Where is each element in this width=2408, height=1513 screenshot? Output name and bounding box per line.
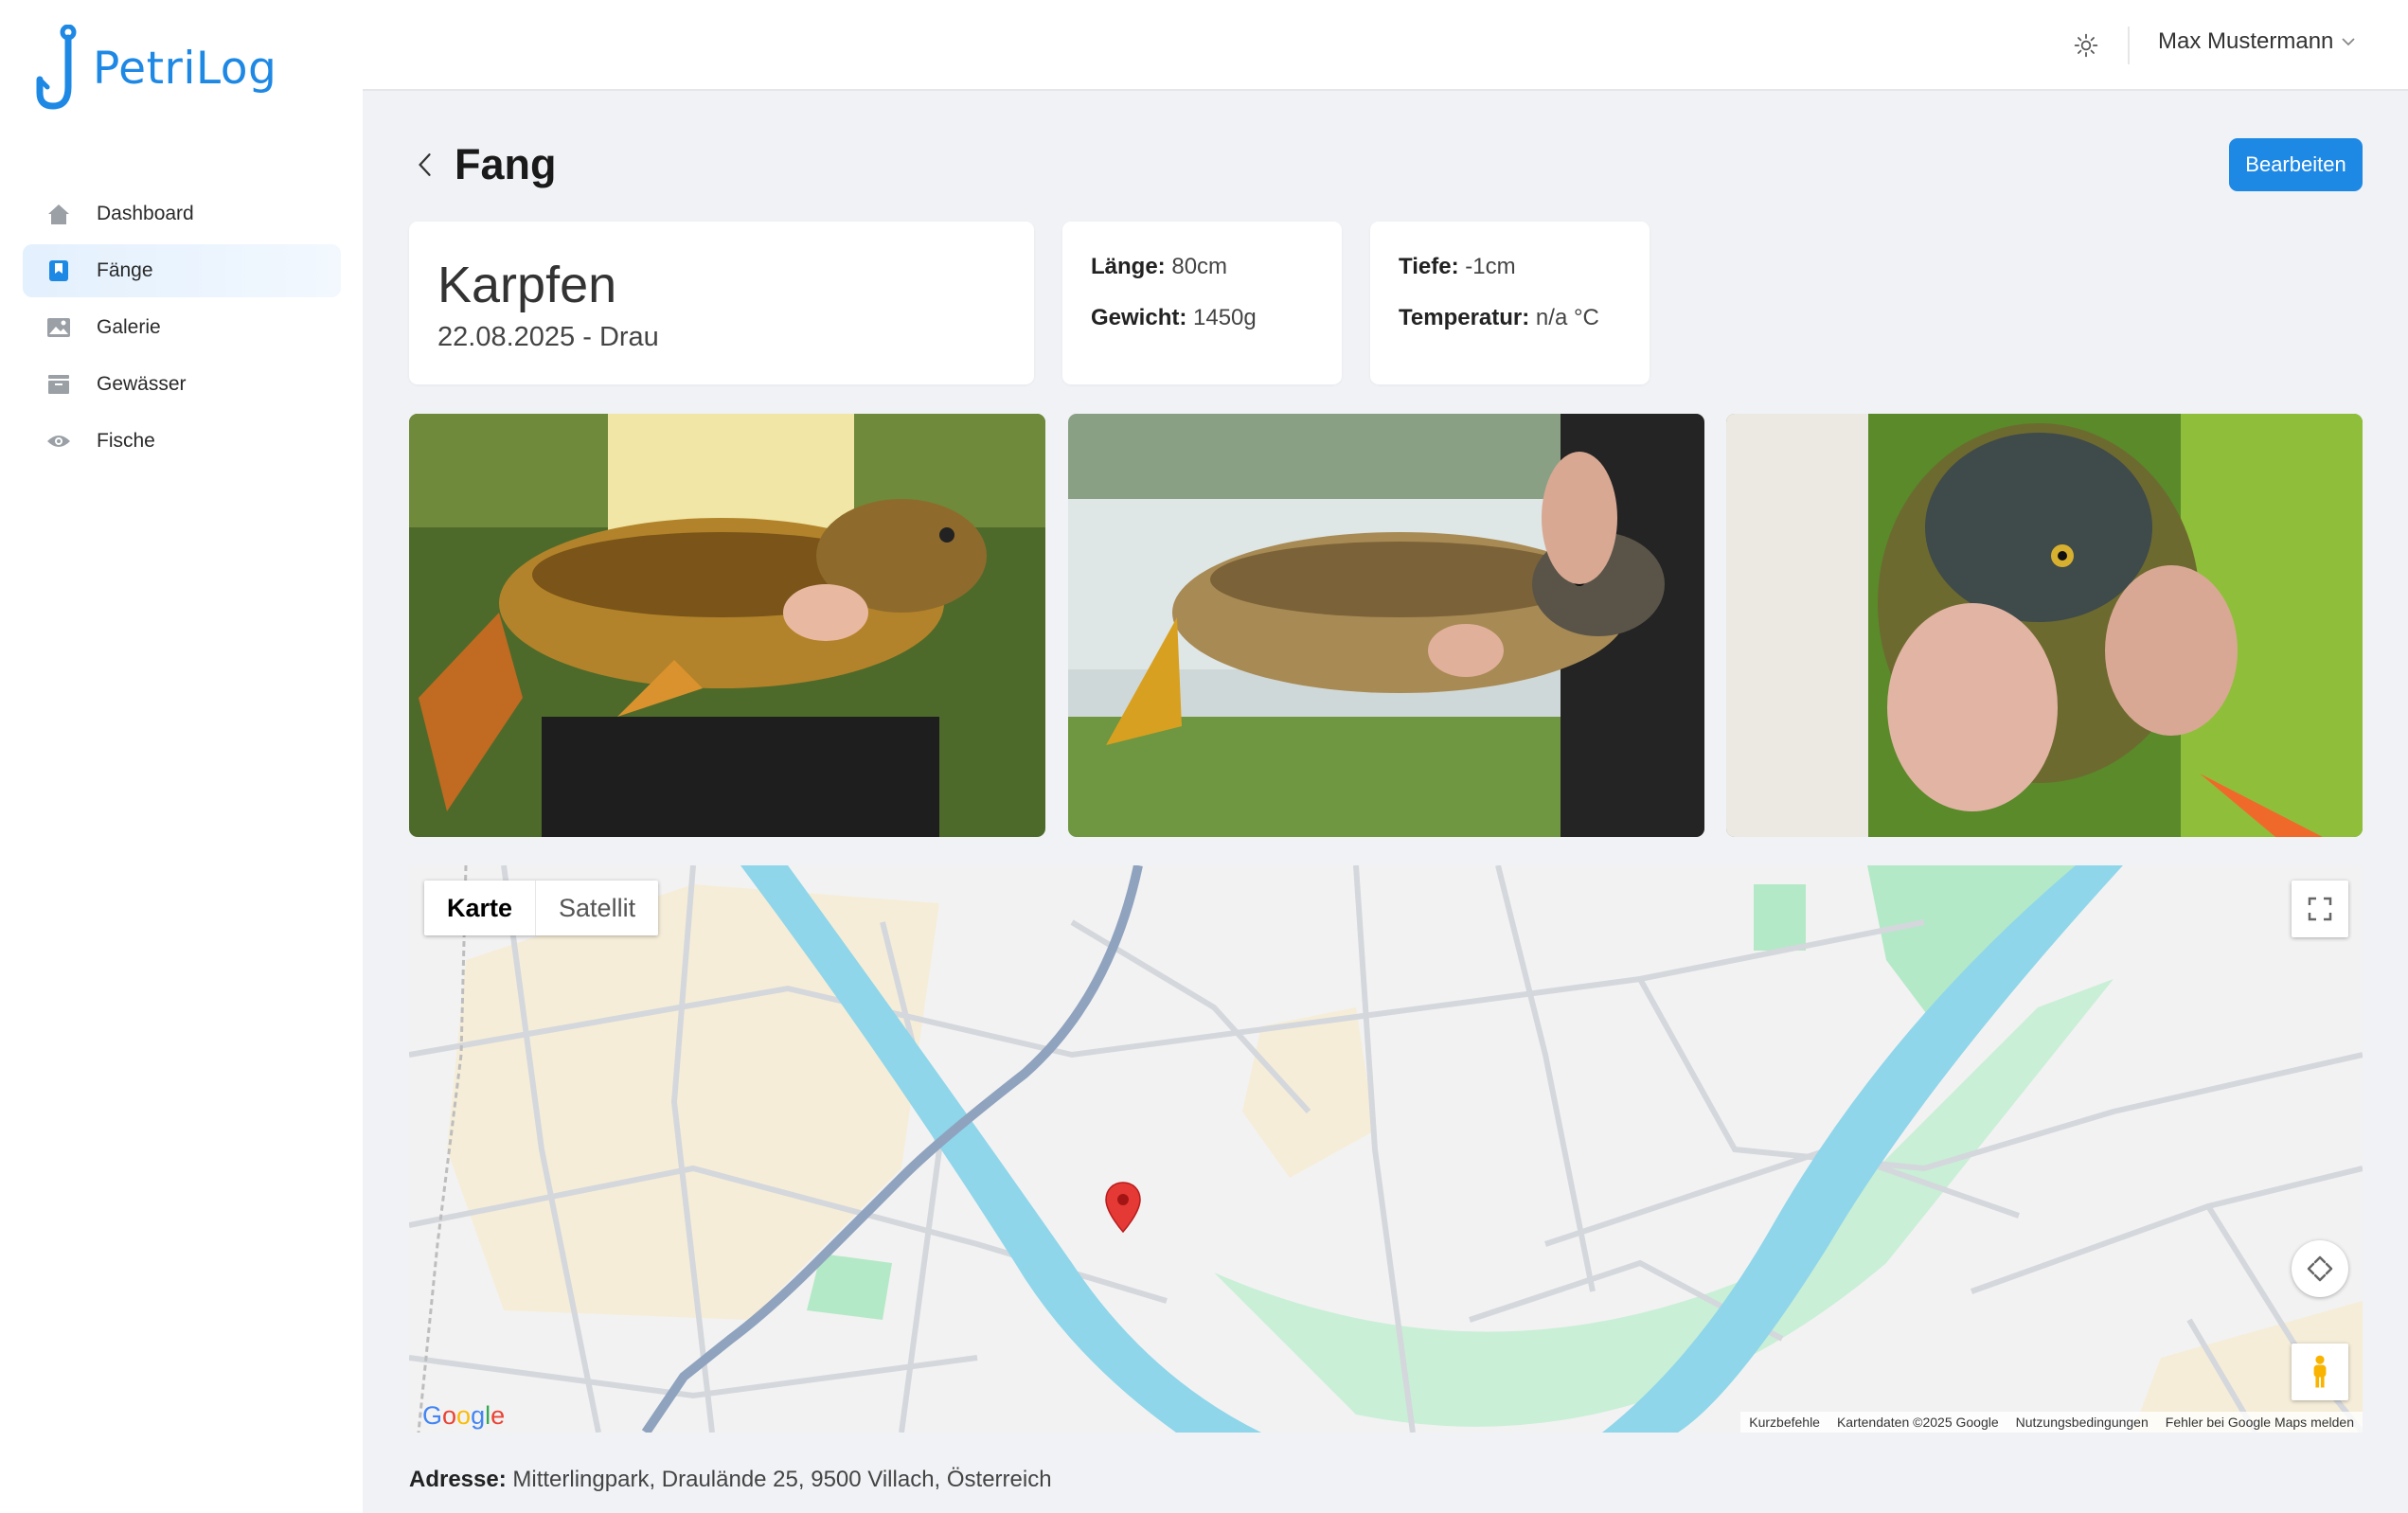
camera-control-button[interactable] bbox=[2292, 1240, 2348, 1297]
archive-icon bbox=[45, 371, 72, 398]
map-type-map-button[interactable]: Karte bbox=[424, 881, 535, 935]
move-arrows-icon bbox=[2307, 1255, 2333, 1282]
catch-water: Drau bbox=[598, 322, 659, 352]
fishhook-logo-icon bbox=[36, 25, 77, 110]
sidebar-item-dashboard[interactable]: Dashboard bbox=[23, 187, 341, 240]
sidebar-item-galerie[interactable]: Galerie bbox=[23, 301, 341, 354]
home-icon bbox=[45, 201, 72, 227]
conditions-stats-card: Tiefe: -1cm Temperatur: n/a °C bbox=[1370, 222, 1650, 384]
sidebar-item-label: Fische bbox=[97, 430, 155, 452]
bookmark-icon bbox=[45, 258, 72, 284]
app-logo[interactable]: PetriLog bbox=[34, 25, 276, 112]
length-stat: Länge: 80cm bbox=[1091, 254, 1227, 280]
topbar-divider bbox=[2128, 27, 2130, 64]
sidebar-item-label: Galerie bbox=[97, 316, 161, 338]
sidebar-item-label: Fänge bbox=[97, 259, 153, 281]
sidebar-item-fische[interactable]: Fische bbox=[23, 415, 341, 468]
sidebar-item-gewaesser[interactable]: Gewässer bbox=[23, 358, 341, 411]
depth-value: -1cm bbox=[1465, 254, 1516, 279]
length-value: 80cm bbox=[1171, 254, 1228, 279]
eye-icon bbox=[45, 428, 72, 454]
user-name: Max Mustermann bbox=[2158, 28, 2334, 54]
google-logo[interactable]: Google bbox=[422, 1401, 505, 1431]
catch-summary-card: Karpfen 22.08.2025 - Drau bbox=[409, 222, 1034, 384]
app-name: PetriLog bbox=[93, 42, 277, 95]
map-data-credit: Kartendaten ©2025 Google bbox=[1836, 1415, 1999, 1430]
terms-link[interactable]: Nutzungsbedingungen bbox=[2007, 1415, 2157, 1430]
user-menu[interactable]: Max Mustermann bbox=[2158, 28, 2356, 55]
map-tiles[interactable] bbox=[409, 865, 2363, 1433]
fullscreen-icon bbox=[2308, 897, 2332, 921]
catch-address: Adresse: Mitterlingpark, Draulände 25, 9… bbox=[409, 1467, 1052, 1493]
depth-label: Tiefe: bbox=[1399, 254, 1459, 279]
top-bar: Max Mustermann bbox=[363, 0, 2408, 91]
fullscreen-button[interactable] bbox=[2292, 881, 2348, 937]
address-value: Mitterlingpark, Draulände 25, 9500 Villa… bbox=[512, 1467, 1052, 1492]
pegman-icon bbox=[2313, 1355, 2327, 1388]
chevron-left-icon bbox=[419, 153, 431, 176]
map-type-satellite-button[interactable]: Satellit bbox=[536, 881, 658, 935]
sidebar-item-faenge[interactable]: Fänge bbox=[23, 244, 341, 297]
length-label: Länge: bbox=[1091, 254, 1166, 279]
map-attribution-bar: Kurzbefehle Kartendaten ©2025 Google Nut… bbox=[1740, 1412, 2363, 1433]
street-view-pegman-button[interactable] bbox=[2292, 1344, 2348, 1400]
page-title: Fang bbox=[455, 140, 557, 188]
catch-photo[interactable] bbox=[1726, 414, 2363, 837]
sidebar-item-label: Dashboard bbox=[97, 203, 194, 224]
depth-stat: Tiefe: -1cm bbox=[1399, 254, 1516, 280]
map-type-control: Karte Satellit bbox=[424, 881, 659, 935]
address-label: Adresse: bbox=[409, 1467, 507, 1492]
chevron-down-icon bbox=[2342, 38, 2356, 46]
location-map[interactable]: Karte Satellit Google Kurzbefehle Karten… bbox=[409, 865, 2363, 1433]
temperature-stat: Temperatur: n/a °C bbox=[1399, 305, 1599, 331]
theme-toggle-button[interactable] bbox=[2071, 30, 2101, 61]
weight-value: 1450g bbox=[1193, 305, 1257, 330]
catch-meta: 22.08.2025 - Drau bbox=[437, 322, 659, 353]
image-icon bbox=[45, 314, 72, 341]
edit-button[interactable]: Bearbeiten bbox=[2229, 138, 2363, 191]
weight-label: Gewicht: bbox=[1091, 305, 1187, 330]
catch-photo[interactable] bbox=[1068, 414, 1704, 837]
sun-icon bbox=[2074, 33, 2098, 58]
keyboard-shortcuts-link[interactable]: Kurzbefehle bbox=[1740, 1415, 1828, 1430]
size-stats-card: Länge: 80cm Gewicht: 1450g bbox=[1062, 222, 1342, 384]
meta-separator: - bbox=[575, 322, 599, 352]
catch-date: 22.08.2025 bbox=[437, 322, 576, 352]
weight-stat: Gewicht: 1450g bbox=[1091, 305, 1257, 331]
temperature-value: n/a °C bbox=[1535, 305, 1599, 330]
temperature-label: Temperatur: bbox=[1399, 305, 1530, 330]
sidebar-item-label: Gewässer bbox=[97, 373, 187, 395]
location-marker-icon[interactable] bbox=[1104, 1181, 1142, 1234]
species-name: Karpfen bbox=[437, 257, 617, 313]
catch-photo[interactable] bbox=[409, 414, 1045, 837]
report-error-link[interactable]: Fehler bei Google Maps melden bbox=[2157, 1415, 2363, 1430]
sidebar: PetriLog Dashboard Fänge Galerie Gewässe… bbox=[0, 0, 363, 1513]
sidebar-nav: Dashboard Fänge Galerie Gewässer Fische bbox=[23, 187, 341, 472]
back-button[interactable] bbox=[411, 146, 439, 184]
